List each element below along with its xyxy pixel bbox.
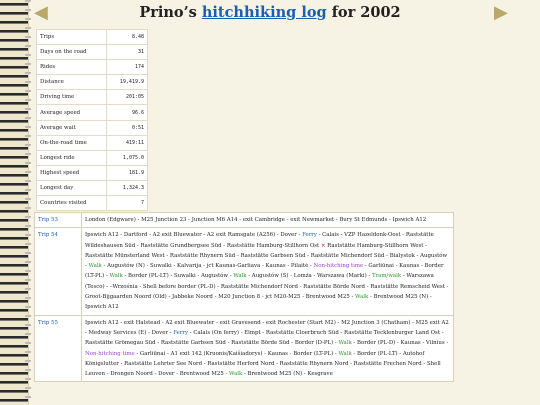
walk-marker: Walk [338, 340, 352, 347]
stat-label: Average wait [35, 119, 108, 136]
walk-marker: Walk [233, 273, 247, 280]
stats-row: Highest speed 181.9 [35, 164, 148, 181]
walk-marker: Walk [88, 263, 102, 270]
walk-marker: Walk [338, 350, 352, 357]
route-segment: - Garliūnai - A1 exit 142 (Kruonis/Kaiši… [134, 350, 339, 357]
stats-row: Driving time 201:05 [35, 89, 148, 106]
trip-id-cell: Trip 54 [34, 227, 82, 316]
stats-row: Distance 19,419.9 [35, 74, 148, 91]
stats-row: Trips 8.48 [35, 28, 148, 46]
route-segment: - Brentwood M25 (N) - Kesgrave [242, 371, 333, 378]
stat-label: On-the-road time [35, 134, 108, 151]
stat-value: 0:51 [106, 119, 148, 136]
route-segment: - Border (PL-LT) - Suwalki - Augustów - [122, 273, 234, 280]
trip-row: Trip 55 Ipswich A12 - exit Halstead - A2… [34, 314, 454, 383]
ferry-marker: Ferry [302, 232, 317, 239]
non-hitching-marker: Non-hitching time [85, 350, 135, 357]
ferry-marker: Ferry [173, 329, 189, 336]
stat-label: Countries visited [35, 195, 108, 212]
trip-54-link[interactable]: Trip 54 [38, 232, 58, 238]
trip-route-cell: Ipswich A12 - exit Halstead - A2 exit Bl… [81, 314, 454, 383]
stat-value: 1,075.0 [106, 149, 148, 166]
page-title: Prino’s hitchhiking log for 2002 [60, 4, 480, 21]
trip-id-cell: Trip 53 [34, 211, 82, 229]
stat-value: 31 [106, 44, 148, 61]
route-segment: - Border (PL-D) - Kaunas - Vilnius - [351, 340, 449, 347]
stats-row: Average speed 96.6 [35, 104, 148, 121]
trip-53-link[interactable]: Trip 53 [38, 217, 58, 223]
route-segment: Ipswich A12 - Dartford - A2 exit Bluewat… [85, 232, 303, 239]
stat-label: Average speed [35, 104, 108, 121]
non-hitching-marker: Non-hitching time [313, 263, 364, 270]
stat-value: 174 [106, 59, 148, 76]
stats-row: Days on the road 31 [35, 44, 148, 61]
stat-label: Distance [35, 74, 108, 91]
stats-row: Longest ride 1,075.0 [35, 149, 148, 166]
route-segment: - Augustów (N) - Suwalki - Kalvarija - j… [101, 263, 314, 270]
stats-table: Trips 8.48 Days on the road 31 Rides 174 Di… [35, 28, 148, 212]
stat-label: Trips [35, 28, 108, 46]
stats-row: Rides 174 [35, 59, 148, 76]
stat-value: 19,419.9 [106, 74, 148, 91]
title-suffix: for 2002 [326, 4, 401, 21]
trip-route-cell: Ipswich A12 - Dartford - A2 exit Bluewat… [81, 227, 454, 316]
hitchhiking-log-link[interactable]: hitchhiking log [202, 4, 327, 21]
stat-value: 7 [106, 195, 148, 212]
stat-label: Longest day [35, 179, 108, 197]
stat-label: Highest speed [35, 164, 108, 181]
stat-value: 96.6 [106, 104, 148, 121]
stat-label: Days on the road [35, 44, 108, 61]
trip-id-cell: Trip 55 [34, 314, 82, 383]
title-prefix: Prino’s [139, 4, 202, 21]
stat-label: Rides [35, 59, 108, 76]
stats-row: Average wait 0:51 [35, 119, 148, 136]
route-segment: - Augustów (S) - Lomża - Warszawa (Marki… [246, 273, 372, 280]
trip-55-link[interactable]: Trip 55 [38, 320, 58, 326]
tram-walk-marker: Tram/walk [371, 273, 402, 280]
stat-value: 181.9 [106, 164, 148, 181]
stat-label: Longest ride [35, 149, 108, 166]
stat-value: 419:11 [106, 134, 148, 151]
walk-marker: Walk [109, 273, 123, 280]
trip-row: Trip 54 Ipswich A12 - Dartford - A2 exit… [34, 227, 454, 316]
walk-marker: Walk [229, 371, 243, 378]
trip-route-cell: London (Edgware) - M25 Junction 23 - Jun… [81, 211, 454, 229]
trip-row: Trip 53 London (Edgware) - M25 Junction … [34, 211, 454, 229]
stat-label: Driving time [35, 89, 108, 106]
stat-value: 201:05 [106, 89, 148, 106]
spiral-binding [0, 0, 31, 405]
stat-value: 8.48 [106, 28, 148, 46]
stat-value: 1,324.3 [106, 179, 148, 197]
next-year-arrow-icon[interactable]: ▶ [494, 4, 516, 22]
previous-year-arrow-icon[interactable]: ◀ [34, 4, 56, 22]
stats-row: On-the-road time 419:11 [35, 134, 148, 151]
trip-route-text: London (Edgware) - M25 Junction 23 - Jun… [85, 217, 427, 223]
stats-row: Longest day 1,324.3 [35, 179, 148, 197]
stats-row: Countries visited 7 [35, 195, 148, 212]
trips-table: Trip 53 London (Edgware) - M25 Junction … [34, 211, 454, 383]
walk-marker: Walk [355, 294, 369, 301]
